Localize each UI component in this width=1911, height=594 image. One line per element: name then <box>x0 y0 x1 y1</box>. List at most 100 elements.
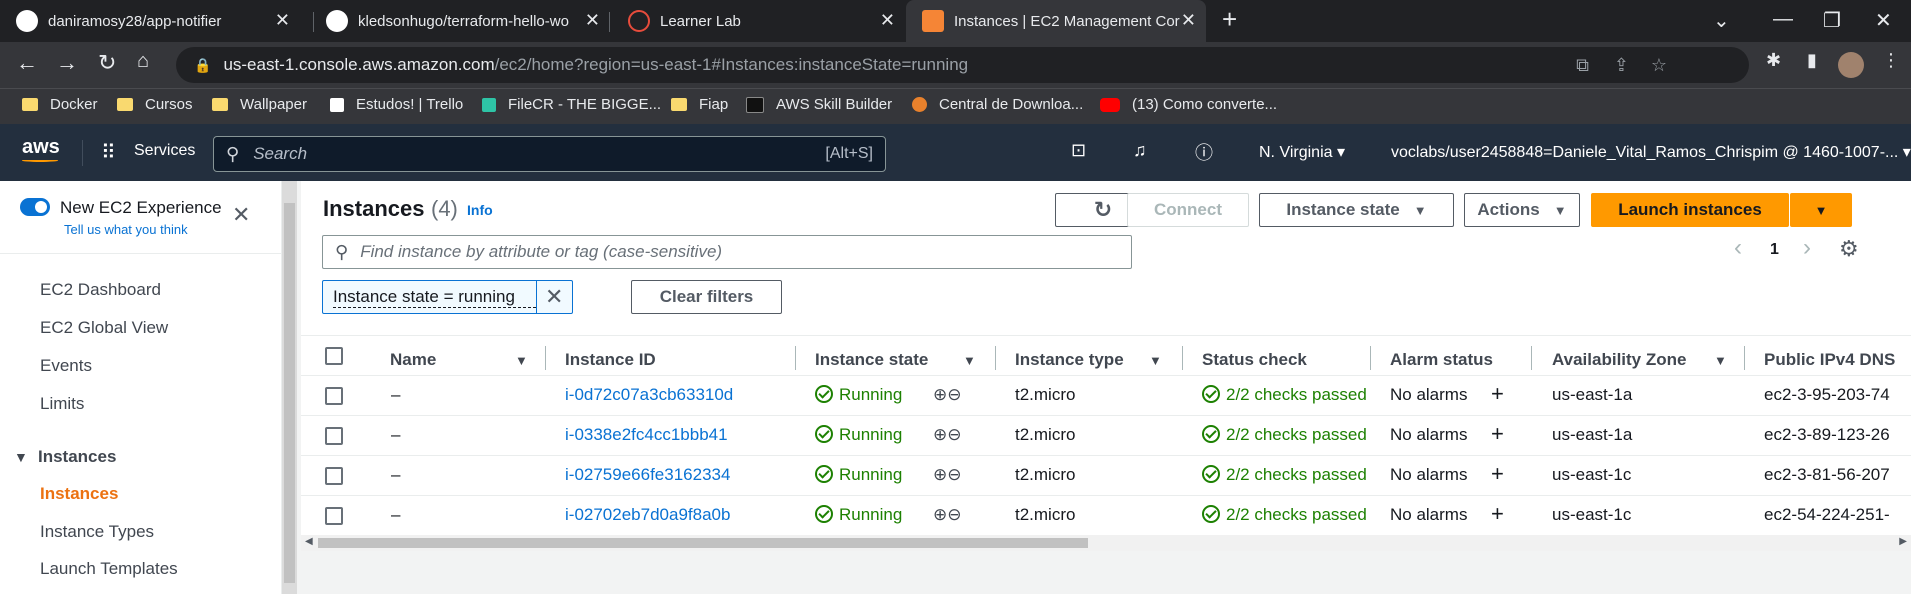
notifications-icon[interactable]: ♫ <box>1133 140 1147 161</box>
bookmark-docker[interactable]: Docker <box>22 96 98 113</box>
sidebar-scrollbar[interactable] <box>282 181 297 594</box>
connect-button[interactable]: Connect <box>1127 193 1249 227</box>
nav-section-instances[interactable]: Instances <box>38 447 116 467</box>
table-row[interactable]: – i-0338e2fc4cc1bbb41 Running ⊕⊖ t2.micr… <box>301 415 1911 455</box>
extensions-icon[interactable]: ✱ <box>1766 50 1781 71</box>
col-status-check[interactable]: Status check <box>1202 350 1307 370</box>
settings-gear-icon[interactable]: ⚙ <box>1839 236 1859 262</box>
browser-tab-active[interactable]: Instances | EC2 Management Cor ✕ <box>906 0 1206 42</box>
col-name[interactable]: Name <box>390 350 436 370</box>
table-row[interactable]: – i-02759e66fe3162334 Running ⊕⊖ t2.micr… <box>301 455 1911 495</box>
bookmark-aws-skill-builder[interactable]: AWS Skill Builder <box>746 96 892 113</box>
aws-search-bar[interactable]: ⚲ Search [Alt+S] <box>213 136 886 172</box>
bookmark-wallpaper[interactable]: Wallpaper <box>212 96 307 113</box>
close-sidebar-icon[interactable]: ✕ <box>232 202 250 228</box>
select-all-checkbox[interactable] <box>325 347 343 365</box>
scroll-right-icon[interactable]: ▶ <box>1899 536 1907 547</box>
col-divider[interactable] <box>545 346 546 370</box>
scroll-left-icon[interactable]: ◀ <box>305 536 313 547</box>
col-public-dns[interactable]: Public IPv4 DNS <box>1764 350 1895 370</box>
bookmark-star-icon[interactable]: ☆ <box>1651 55 1667 76</box>
close-tab-icon[interactable]: ✕ <box>880 10 895 31</box>
instance-id-link[interactable]: i-02759e66fe3162334 <box>565 465 730 485</box>
nav-launch-templates[interactable]: Launch Templates <box>40 559 178 579</box>
nav-ec2-global-view[interactable]: EC2 Global View <box>40 318 168 338</box>
collapse-caret-icon[interactable]: ▼ <box>14 449 28 465</box>
bookmark-cursos[interactable]: Cursos <box>117 96 193 113</box>
account-menu[interactable]: voclabs/user2458848=Daniele_Vital_Ramos_… <box>1391 142 1911 162</box>
instance-id-link[interactable]: i-0d72c07a3cb63310d <box>565 385 733 405</box>
zoom-icons[interactable]: ⊕⊖ <box>933 505 962 525</box>
info-link[interactable]: Info <box>467 202 493 218</box>
col-instance-id[interactable]: Instance ID <box>565 350 656 370</box>
launch-dropdown-button[interactable]: ▼ <box>1790 193 1852 227</box>
filter-token[interactable]: Instance state = running ✕ <box>322 280 573 314</box>
remove-filter-icon[interactable]: ✕ <box>545 284 563 310</box>
menu-icon[interactable]: ⋮ <box>1882 50 1900 71</box>
aws-logo[interactable]: aws <box>22 136 60 159</box>
add-alarm-icon[interactable]: + <box>1491 421 1504 447</box>
table-row[interactable]: – i-0d72c07a3cb63310d Running ⊕⊖ t2.micr… <box>301 375 1911 415</box>
region-selector[interactable]: N. Virginia ▾ <box>1259 142 1345 162</box>
side-panel-icon[interactable]: ▮ <box>1807 50 1817 71</box>
sort-icon[interactable]: ▼ <box>1149 353 1162 368</box>
col-alarm-status[interactable]: Alarm status <box>1390 350 1493 370</box>
browser-tab[interactable]: daniramosy28/app-notifier ✕ <box>0 0 300 42</box>
close-tab-icon[interactable]: ✕ <box>1181 10 1196 31</box>
row-checkbox[interactable] <box>325 467 343 485</box>
instance-id-link[interactable]: i-0338e2fc4cc1bbb41 <box>565 425 728 445</box>
actions-button[interactable]: Actions ▼ <box>1464 193 1580 227</box>
scrollbar-thumb[interactable] <box>284 203 295 583</box>
translate-icon[interactable]: ⧉ <box>1576 55 1589 76</box>
scrollbar-thumb[interactable] <box>318 538 1088 548</box>
forward-icon[interactable]: → <box>56 50 78 76</box>
nav-ec2-dashboard[interactable]: EC2 Dashboard <box>40 280 161 300</box>
horizontal-scrollbar[interactable]: ◀ ▶ <box>301 535 1911 551</box>
home-icon[interactable]: ⌂ <box>137 50 149 73</box>
bookmark-fiap[interactable]: Fiap <box>671 96 728 113</box>
browser-tab[interactable]: Learner Lab ✕ <box>612 0 905 42</box>
tab-search-icon[interactable]: ⌄ <box>1713 8 1730 33</box>
restore-icon[interactable]: ❐ <box>1823 8 1841 33</box>
prev-page-icon[interactable]: ‹ <box>1734 234 1742 262</box>
close-tab-icon[interactable]: ✕ <box>585 10 600 31</box>
row-checkbox[interactable] <box>325 507 343 525</box>
bookmark-trello[interactable]: Estudos! | Trello <box>330 96 463 113</box>
minimize-icon[interactable]: — <box>1773 8 1793 31</box>
page-number[interactable]: 1 <box>1770 241 1779 259</box>
address-bar[interactable]: 🔒 us-east-1.console.aws.amazon.com/ec2/h… <box>176 47 1749 83</box>
col-availability-zone[interactable]: Availability Zone <box>1552 350 1686 370</box>
zoom-icons[interactable]: ⊕⊖ <box>933 385 962 405</box>
reload-icon[interactable]: ↻ <box>98 50 116 76</box>
sort-icon[interactable]: ▼ <box>1714 353 1727 368</box>
help-icon[interactable]: ⓘ <box>1195 139 1213 165</box>
col-divider[interactable] <box>1370 346 1371 370</box>
instance-id-link[interactable]: i-02702eb7d0a9f8a0b <box>565 505 730 525</box>
add-alarm-icon[interactable]: + <box>1491 381 1504 407</box>
col-divider[interactable] <box>1531 346 1532 370</box>
add-alarm-icon[interactable]: + <box>1491 501 1504 527</box>
close-tab-icon[interactable]: ✕ <box>275 10 290 31</box>
table-row[interactable]: – i-02702eb7d0a9f8a0b Running ⊕⊖ t2.micr… <box>301 495 1911 535</box>
nav-instances[interactable]: Instances <box>40 484 118 504</box>
nav-events[interactable]: Events <box>40 356 92 376</box>
row-checkbox[interactable] <box>325 427 343 445</box>
bookmark-youtube[interactable]: (13) Como converte... <box>1100 96 1277 113</box>
nav-limits[interactable]: Limits <box>40 394 84 414</box>
col-divider[interactable] <box>1182 346 1183 370</box>
instance-state-button[interactable]: Instance state ▼ <box>1259 193 1454 227</box>
share-icon[interactable]: ⇪ <box>1614 55 1629 76</box>
browser-tab[interactable]: kledsonhugo/terraform-hello-wo ✕ <box>310 0 610 42</box>
close-window-icon[interactable]: ✕ <box>1875 8 1892 33</box>
col-divider[interactable] <box>795 346 796 370</box>
nav-instance-types[interactable]: Instance Types <box>40 522 154 542</box>
bookmark-filecr[interactable]: FileCR - THE BIGGE... <box>482 96 661 113</box>
instance-filter-input[interactable]: ⚲ Find instance by attribute or tag (cas… <box>322 235 1132 269</box>
launch-instances-button[interactable]: Launch instances <box>1591 193 1789 227</box>
sort-icon[interactable]: ▼ <box>963 353 976 368</box>
avatar[interactable] <box>1838 52 1864 78</box>
services-menu[interactable]: Services <box>134 142 195 160</box>
feedback-link[interactable]: Tell us what you think <box>64 222 188 237</box>
col-divider[interactable] <box>1744 346 1745 370</box>
col-instance-state[interactable]: Instance state <box>815 350 928 370</box>
